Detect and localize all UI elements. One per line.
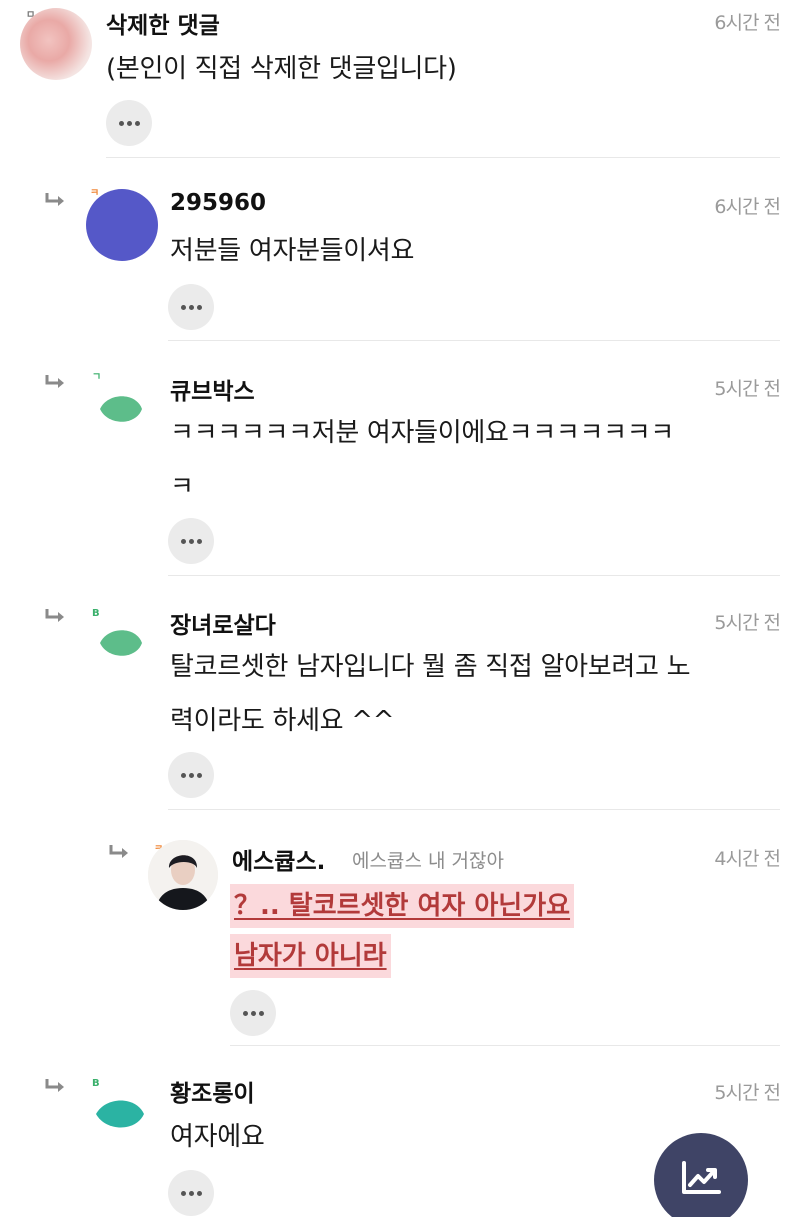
comment-time: 5시간 전 [714,378,781,400]
highlighted-text-line: ？.. 탈코르셋한 여자 아닌가요 [230,884,575,928]
comment-text: 저분들 여자분들이셔요 [170,236,415,266]
comment-text: 탈코르셋한 남자입니다 뭘 좀 직접 알아보려고 노 력이라도 하세요 ^^ [170,652,691,736]
comment-nickname[interactable]: 큐브박스 [170,372,255,406]
avatar[interactable] [20,8,92,80]
reply-arrow-icon [44,1078,66,1094]
leaf-icon [94,1098,146,1134]
comment-time: 4시간 전 [714,848,781,870]
reply-arrow-icon [44,374,66,390]
comment-text: 여자에요 [170,1122,265,1152]
leaf-icon [98,628,144,662]
comment-time: 6시간 전 [714,196,781,218]
level-badge: B [92,608,100,619]
level-badge: B [92,1078,100,1089]
reply-arrow-icon [44,608,66,624]
divider [106,157,780,158]
highlighted-text-line: 남자가 아니라 [230,934,391,978]
comment-time: 6시간 전 [714,12,781,34]
comment-nickname[interactable]: 295960 [170,190,266,216]
more-options-button[interactable] [168,1170,214,1216]
user-tagline: 에스큡스 내 거잖아 [352,850,504,872]
photo-avatar[interactable] [148,840,218,910]
comment-item: ㅋ 에스큡스. 에스큡스 내 거잖아 4시간 전 ？.. 탈코르셋한 여자 아닌… [0,810,800,1046]
more-options-button[interactable] [168,518,214,564]
comment-nickname[interactable]: 에스큡스. [232,842,325,876]
comment-time: 5시간 전 [714,612,781,634]
comment-nickname[interactable]: 삭제한 댓글 [106,6,220,40]
comment-nickname[interactable]: 황조롱이 [170,1074,255,1108]
purple-circle-avatar[interactable] [86,189,158,261]
more-options-button[interactable] [168,284,214,330]
reply-arrow-icon [108,844,130,860]
comment-time: 5시간 전 [714,1082,781,1104]
comment-item: B 장녀로살다 5시간 전 탈코르셋한 남자입니다 뭘 좀 직접 알아보려고 노… [0,576,800,810]
reply-arrow-icon [44,192,66,208]
trending-stats-button[interactable] [654,1133,748,1217]
level-badge: ㄱ [92,372,102,383]
comment-text: (본인이 직접 삭제한 댓글입니다) [106,54,457,84]
comment-item: ㅁ 삭제한 댓글 6시간 전 (본인이 직접 삭제한 댓글입니다) [0,0,800,160]
more-options-button[interactable] [168,752,214,798]
more-options-button[interactable] [230,990,276,1036]
comment-item: ㅋ 295960 6시간 전 저분들 여자분들이셔요 [0,160,800,342]
leaf-icon [98,394,144,428]
comment-nickname[interactable]: 장녀로살다 [170,606,276,640]
trending-chart-icon [681,1161,721,1199]
more-options-button[interactable] [106,100,152,146]
comment-text: ㅋㅋㅋㅋㅋㅋ저분 여자들이에요ㅋㅋㅋㅋㅋㅋㅋ ㅋ [170,418,674,502]
divider [168,340,780,341]
comment-item: ㄱ 큐브박스 5시간 전 ㅋㅋㅋㅋㅋㅋ저분 여자들이에요ㅋㅋㅋㅋㅋㅋㅋ ㅋ [0,342,800,576]
